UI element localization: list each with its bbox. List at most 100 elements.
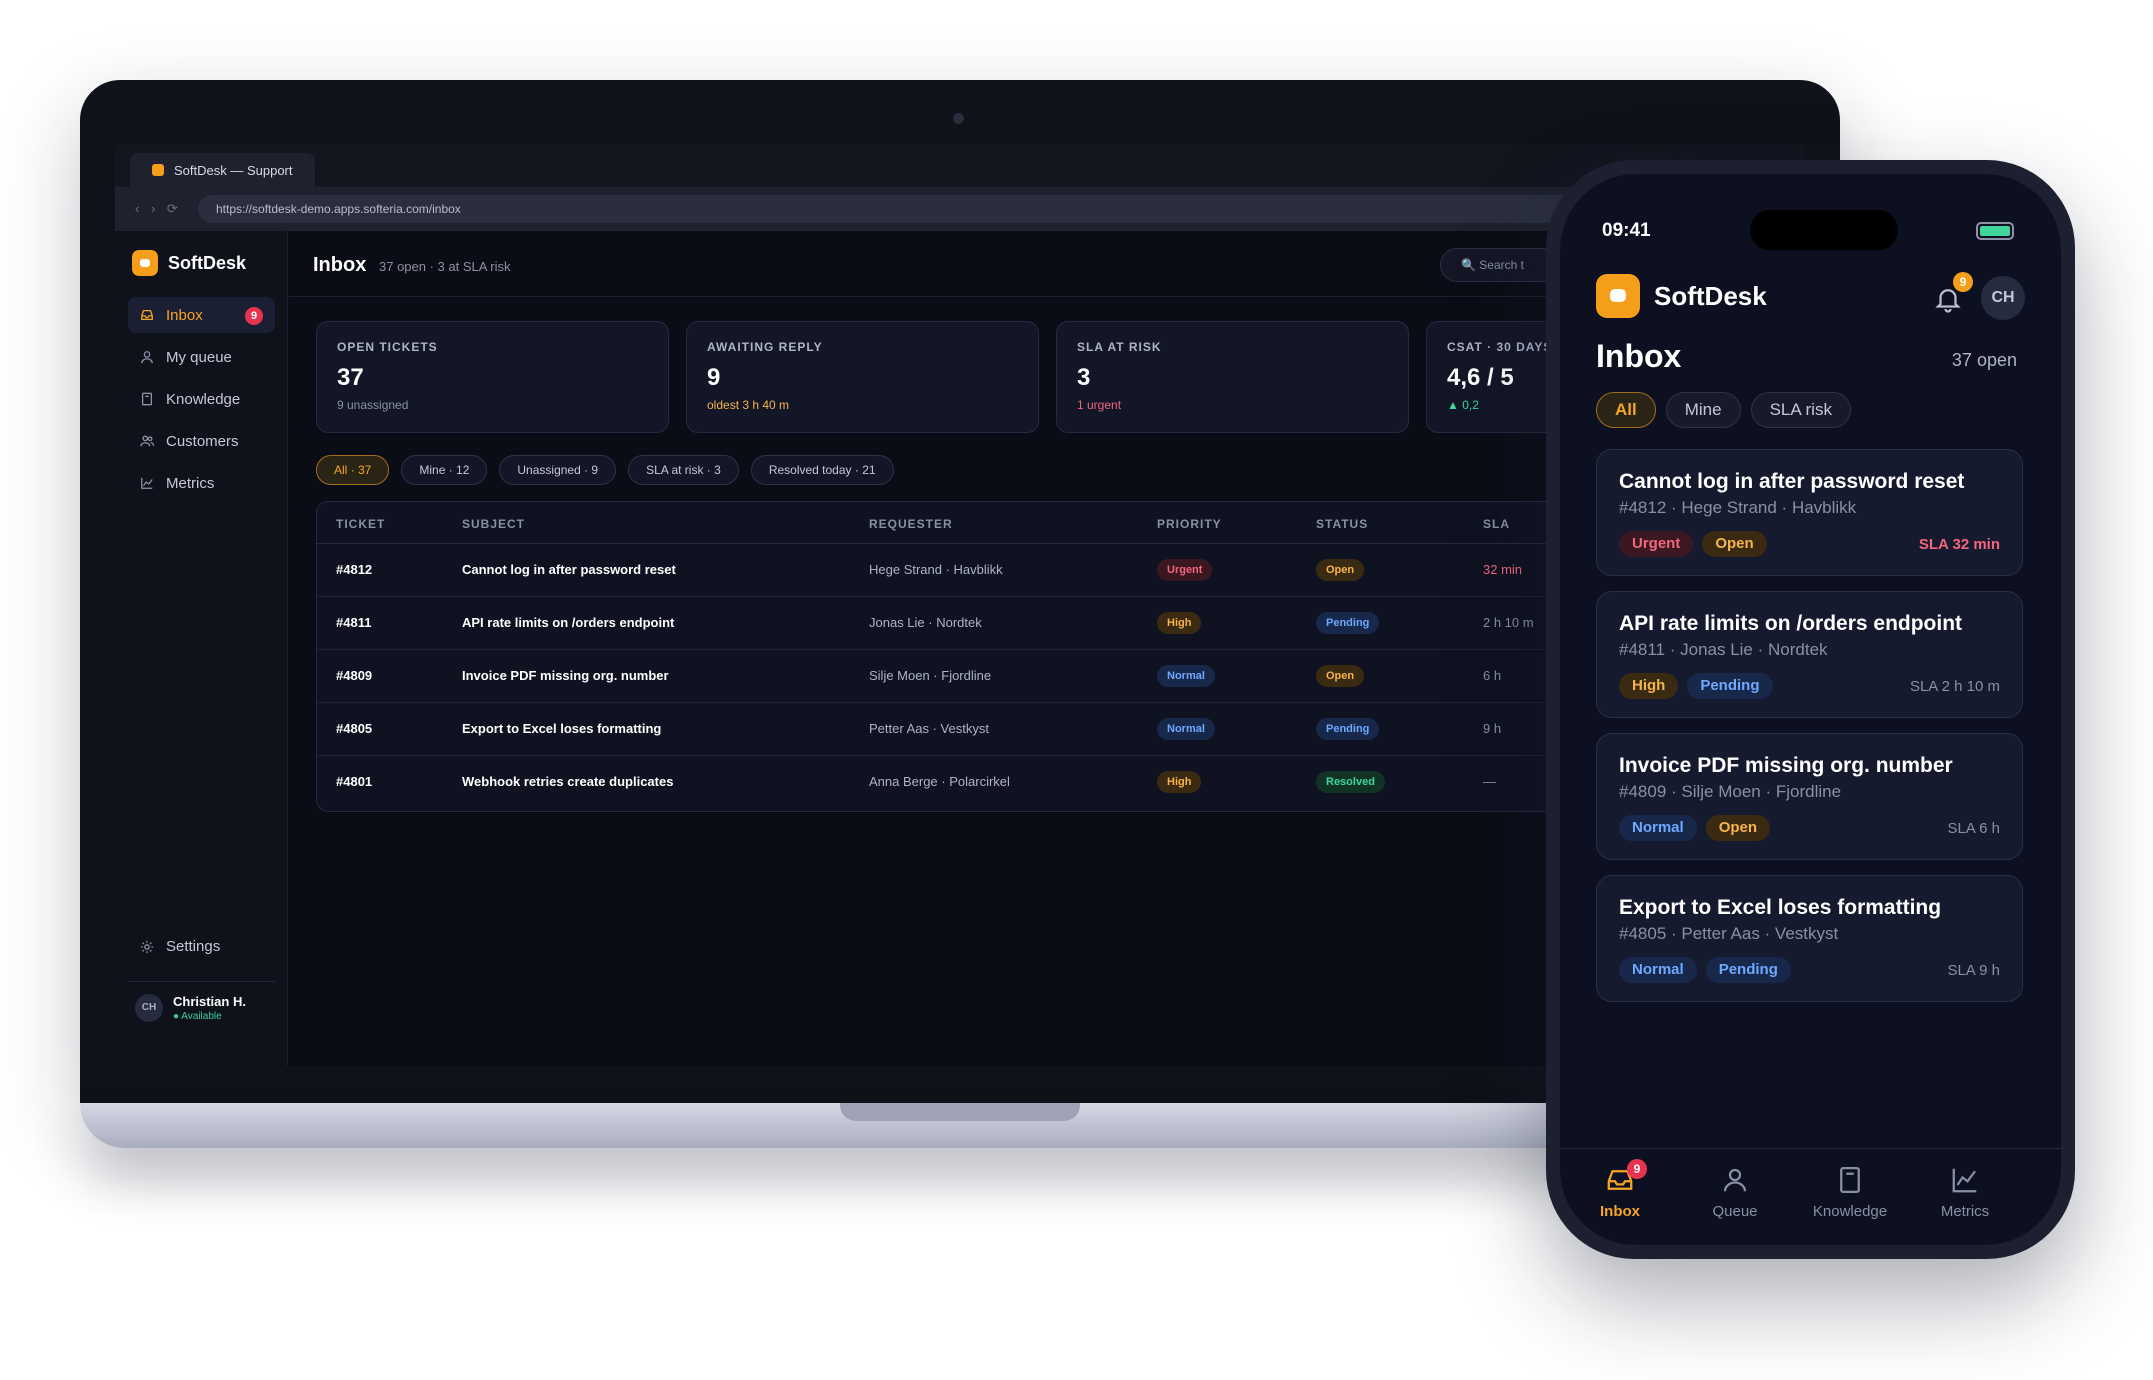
- filter-chip-mine[interactable]: Mine: [1665, 392, 1741, 428]
- ticket-card[interactable]: Invoice PDF missing org. number #4809 · S…: [1596, 733, 2023, 860]
- inbox-badge: 9: [245, 307, 263, 325]
- browser-tab[interactable]: SoftDesk — Support: [130, 153, 315, 187]
- ticket-card-list: Cannot log in after password reset #4812 …: [1596, 449, 2023, 1017]
- book-icon: [141, 392, 153, 406]
- ticket-requester: Hege Strand · Havblikk: [869, 562, 1003, 577]
- filter-chip-unassigned[interactable]: Unassigned · 9: [499, 455, 617, 485]
- ticket-requester: Jonas Lie · Nordtek: [869, 615, 982, 630]
- browser-tab-title: SoftDesk — Support: [174, 162, 293, 178]
- browser-tabbar: SoftDesk — Support: [115, 145, 1805, 187]
- browser-nav-buttons[interactable]: ‹ › ⟳: [135, 201, 182, 217]
- tab-knowledge[interactable]: Knowledge: [1795, 1165, 1905, 1220]
- ticket-card-meta: #4811 · Jonas Lie · Nordtek: [1619, 640, 1828, 659]
- column-header[interactable]: SLA: [1483, 517, 1510, 531]
- user-profile[interactable]: CH Christian H. ● Available: [135, 994, 246, 1022]
- ticket-card-meta: #4812 · Hege Strand · Havblikk: [1619, 498, 1857, 517]
- sidebar-item-label: Inbox: [166, 306, 203, 324]
- priority-badge: High: [1157, 771, 1202, 793]
- ticket-card[interactable]: API rate limits on /orders endpoint #4811…: [1596, 591, 2023, 718]
- filter-chip-sla-at-risk[interactable]: SLA at risk · 3: [628, 455, 739, 485]
- status-label: Open: [1316, 665, 1365, 687]
- ticket-id: #4805: [336, 721, 373, 736]
- kpi-value: 9: [707, 364, 721, 391]
- ticket-card[interactable]: Export to Excel loses formatting #4805 · …: [1596, 875, 2023, 1002]
- url-field[interactable]: https://softdesk-demo.apps.softeria.com/…: [198, 195, 1648, 223]
- column-header[interactable]: TICKET: [336, 517, 385, 531]
- sla-value: 32 min: [1483, 562, 1523, 577]
- kpi-card-awaiting-reply: AWAITING REPLY 9 oldest 3 h 40 m: [686, 321, 1039, 433]
- priority-badge: Normal: [1157, 665, 1215, 687]
- ticket-card-title: Cannot log in after password reset: [1619, 470, 1965, 493]
- column-header[interactable]: REQUESTER: [869, 517, 953, 531]
- status-badge: Pending: [1687, 673, 1773, 699]
- sidebar-item-knowledge[interactable]: Knowledge: [128, 381, 275, 417]
- ticket-id: #4801: [336, 774, 373, 789]
- filter-chip-resolved-today[interactable]: Resolved today · 21: [750, 455, 894, 485]
- filter-chip-sla-risk[interactable]: SLA risk: [1750, 392, 1851, 428]
- ticket-id: #4809: [336, 668, 373, 683]
- open-count: 37 open: [1951, 350, 2017, 370]
- ticket-card-tags: High Pending: [1619, 673, 1773, 699]
- sidebar-item-label: Customers: [166, 432, 239, 450]
- user-icon: [1723, 1168, 1747, 1192]
- sidebar-item-customers[interactable]: Customers: [128, 423, 275, 459]
- ticket-card-meta: #4809 · Silje Moen · Fjordline: [1619, 782, 1842, 801]
- mobile-brand[interactable]: SoftDesk: [1596, 274, 1767, 318]
- sla-value: SLA 2 h 10 m: [1909, 678, 2000, 695]
- sidebar-item-label: My queue: [166, 348, 232, 366]
- filter-chip-mine[interactable]: Mine · 12: [401, 455, 488, 485]
- priority-badge: Normal: [1619, 815, 1697, 841]
- ticket-subject[interactable]: Export to Excel loses formatting: [462, 721, 661, 736]
- ticket-subject[interactable]: Cannot log in after password reset: [462, 562, 676, 577]
- inbox-icon: [141, 309, 153, 321]
- logo-icon: [132, 250, 158, 276]
- tab-metrics[interactable]: Metrics: [1910, 1165, 2020, 1220]
- ticket-card-tags: Normal Open: [1619, 815, 1771, 841]
- ticket-requester: Silje Moen · Fjordline: [869, 668, 992, 683]
- sidebar-item-metrics[interactable]: Metrics: [128, 465, 275, 501]
- sla-value: 6 h: [1483, 668, 1502, 683]
- column-header[interactable]: SUBJECT: [462, 517, 525, 531]
- priority-badge: Normal: [1157, 718, 1215, 740]
- ticket-subject[interactable]: Webhook retries create duplicates: [462, 774, 673, 789]
- column-header[interactable]: STATUS: [1316, 517, 1368, 531]
- tab-queue[interactable]: Queue: [1680, 1165, 1790, 1220]
- tab-label: Knowledge: [1812, 1203, 1888, 1220]
- sla-value: —: [1483, 774, 1496, 789]
- status-badge: Pending: [1316, 718, 1380, 740]
- status-label: Pending: [1316, 612, 1380, 634]
- laptop-notch: [840, 1103, 1080, 1121]
- ticket-subject[interactable]: Invoice PDF missing org. number: [462, 668, 669, 683]
- ticket-card[interactable]: Cannot log in after password reset #4812 …: [1596, 449, 2023, 576]
- kpi-label: OPEN TICKETS: [337, 340, 438, 354]
- ticket-requester: Petter Aas · Vestkyst: [869, 721, 989, 736]
- kpi-card-sla-at-risk: SLA AT RISK 3 1 urgent: [1056, 321, 1409, 433]
- kpi-card-open-tickets: OPEN TICKETS 37 9 unassigned: [316, 321, 669, 433]
- sla-value: 9 h: [1483, 721, 1502, 736]
- sidebar-item-my-queue[interactable]: My queue: [128, 339, 275, 375]
- user-name: Christian H.: [173, 994, 246, 1009]
- ticket-subject[interactable]: API rate limits on /orders endpoint: [462, 615, 674, 630]
- kpi-note: 1 urgent: [1077, 398, 1122, 412]
- settings-label: Settings: [166, 938, 221, 955]
- sidebar-divider: [128, 981, 275, 982]
- avatar[interactable]: CH: [1981, 276, 2025, 320]
- phone-screen: 09:41 SoftDesk 9 CH Inbox 37 open All Mi…: [1560, 174, 2061, 1245]
- status-time: 09:41: [1602, 220, 1651, 241]
- battery-icon: [1976, 222, 2014, 240]
- column-header[interactable]: PRIORITY: [1157, 517, 1222, 531]
- sidebar-item-inbox[interactable]: Inbox 9: [128, 297, 275, 333]
- status-label: Resolved: [1316, 771, 1385, 793]
- sidebar-item-settings[interactable]: Settings: [140, 938, 220, 955]
- users-icon: [140, 435, 154, 447]
- ticket-card-title: Invoice PDF missing org. number: [1619, 754, 1953, 777]
- status-badge: Open: [1316, 559, 1365, 581]
- kpi-value: 37: [337, 364, 364, 391]
- filter-chip-all[interactable]: All: [1596, 392, 1656, 428]
- phone-frame: 09:41 SoftDesk 9 CH Inbox 37 open All Mi…: [1546, 160, 2075, 1259]
- filter-chip-all[interactable]: All · 37: [316, 455, 390, 485]
- page-subtitle: 37 open · 3 at SLA risk: [379, 259, 511, 274]
- filter-chips: All · 37 Mine · 12 Unassigned · 9 SLA at…: [316, 455, 894, 485]
- brand[interactable]: SoftDesk: [132, 250, 246, 276]
- tab-inbox[interactable]: 9 Inbox: [1565, 1159, 1675, 1220]
